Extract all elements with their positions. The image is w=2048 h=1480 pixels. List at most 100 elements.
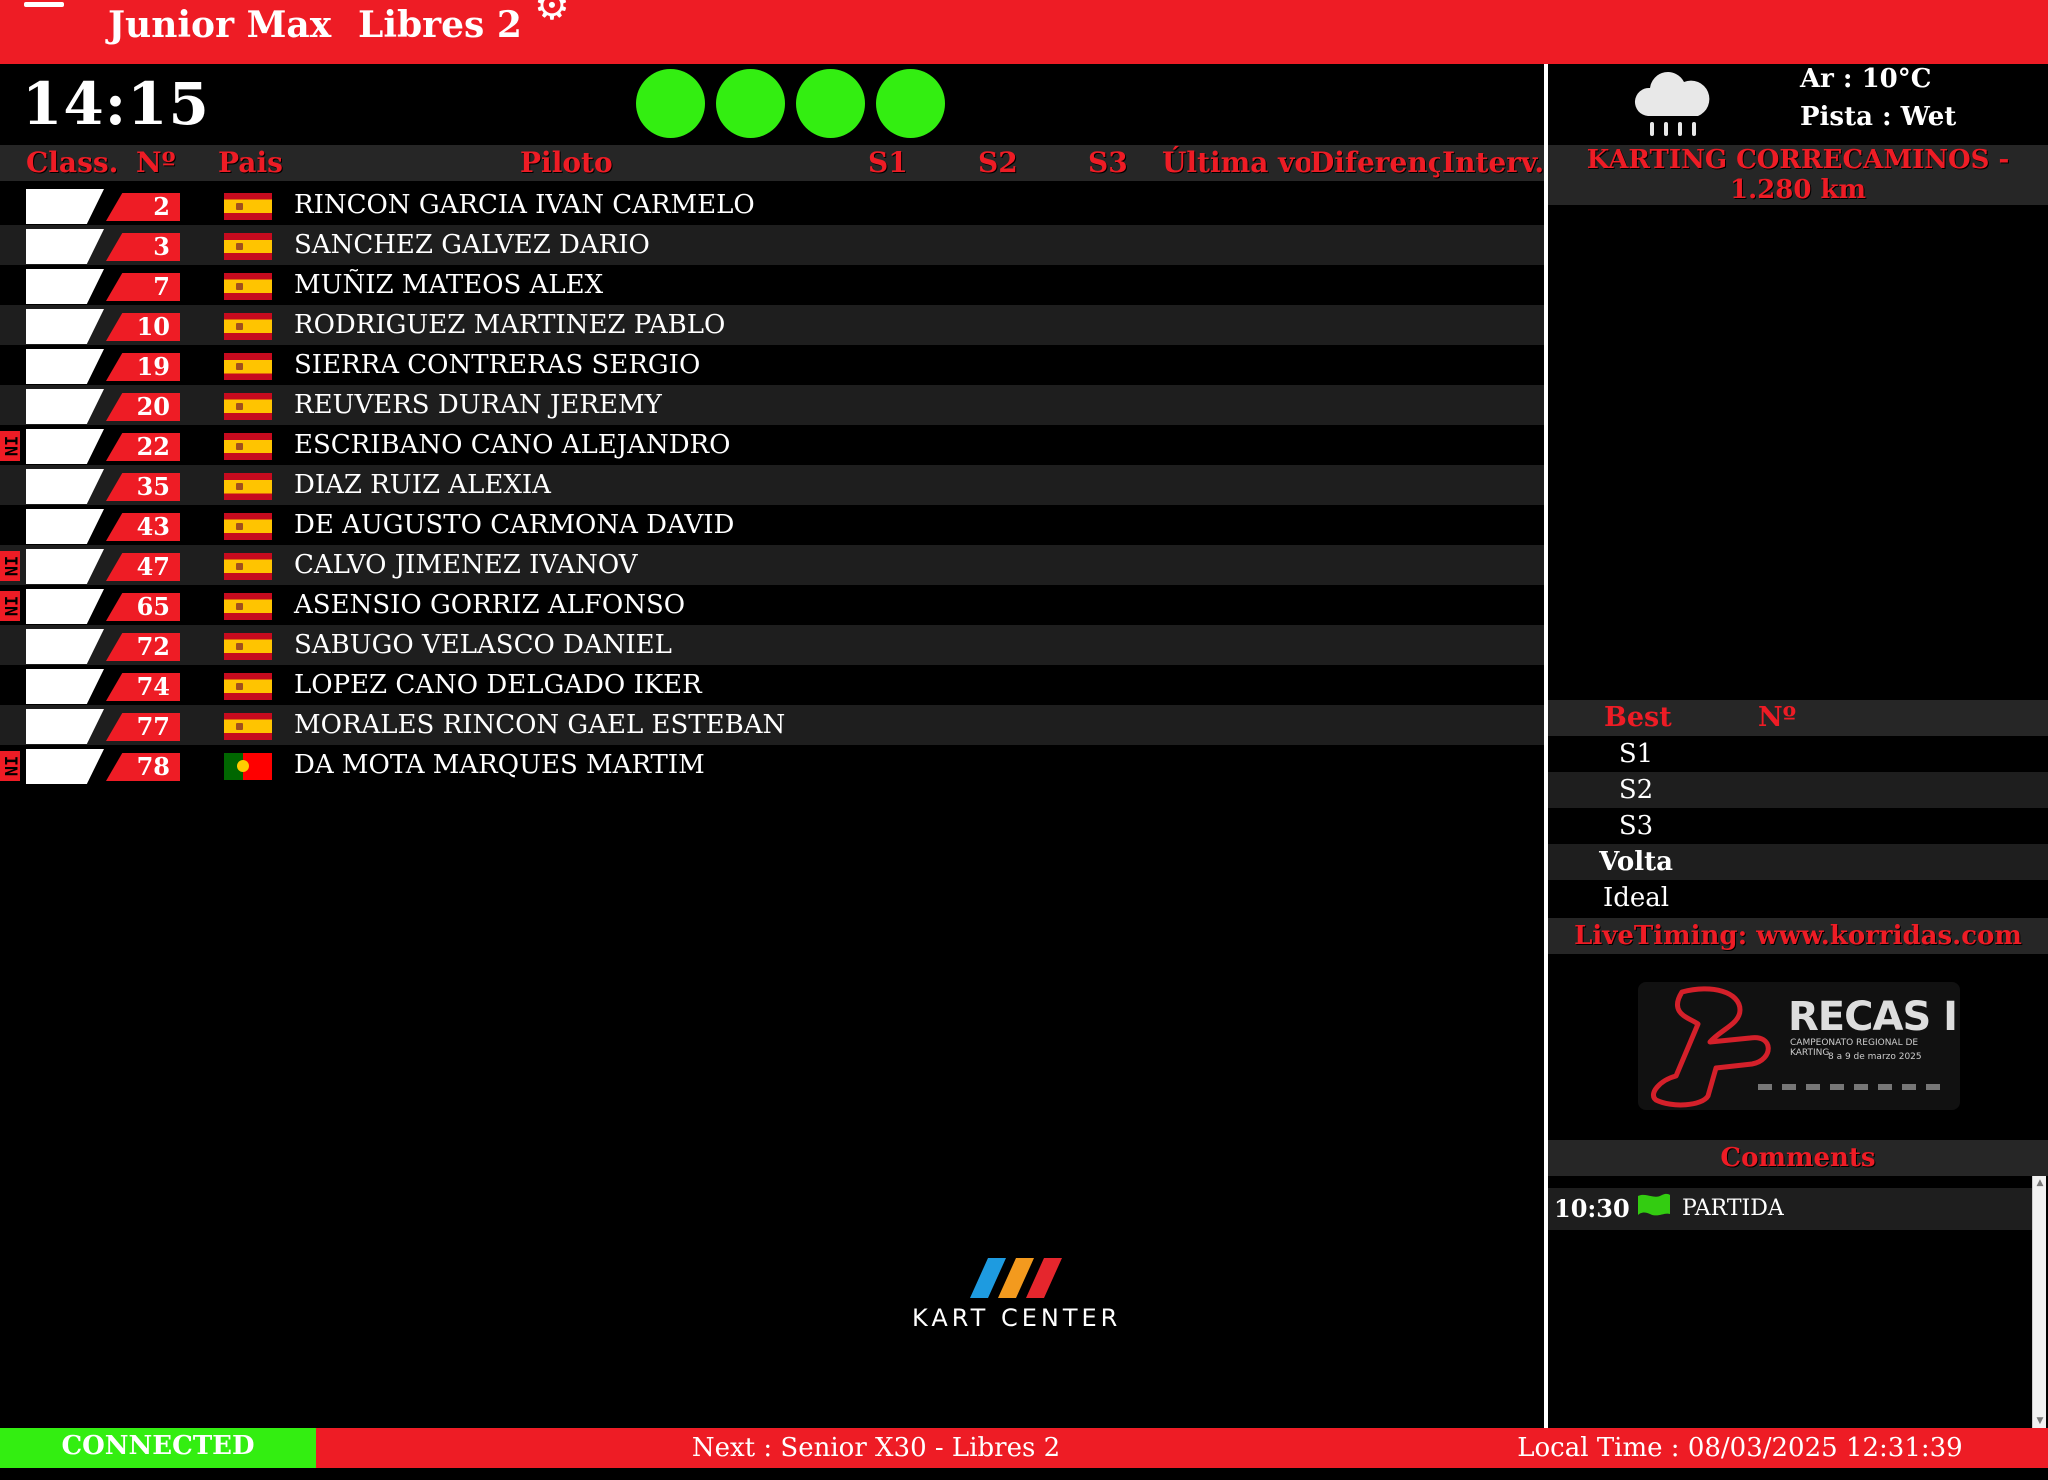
best-table-header: Best Nº [1548,700,2048,736]
position-cell [26,269,104,304]
connection-status-badge[interactable]: CONNECTED [0,1428,316,1468]
local-time: Local Time : 08/03/2025 12:31:39 [1517,1433,1963,1463]
driver-name: MUÑIZ MATEOS ALEX [294,270,604,300]
col-header-country[interactable]: Pais [218,145,283,181]
col-header-class[interactable]: Class. [26,145,118,181]
driver-name: ASENSIO GORRIZ ALFONSO [294,590,686,620]
table-row[interactable]: 19 SIERRA CONTRERAS SERGIO [0,345,1544,385]
table-row[interactable]: 35 DIAZ RUIZ ALEXIA [0,465,1544,505]
kart-number: 65 [106,593,180,621]
driver-name: SIERRA CONTRERAS SERGIO [294,350,701,380]
table-row[interactable]: IN 47 CALVO JIMENEZ IVANOV [0,545,1544,585]
kart-number: 20 [106,393,180,421]
portugal-flag-icon [224,753,272,780]
table-row[interactable]: IN 78 DA MOTA MARQUES MARTIM [0,745,1544,785]
table-row[interactable]: 2 RINCON GARCIA IVAN CARMELO [0,185,1544,225]
top-bar: Junior Max Libres 2 ⚙ [0,0,2048,64]
kart-number: 2 [106,193,180,221]
air-temperature: Ar : 10°C [1800,64,1932,94]
category-title: Junior Max [108,4,332,46]
spain-flag-icon [224,473,272,500]
livetiming-link[interactable]: LiveTiming: www.korridas.com [1548,918,2048,954]
banner-date: 8 a 9 de marzo 2025 [1828,1052,1922,1062]
position-cell [26,189,104,224]
driver-name: MORALES RINCON GAEL ESTEBAN [294,710,786,740]
col-header-driver[interactable]: Piloto [520,145,613,181]
comments-title: Comments [1548,1140,2048,1176]
table-row[interactable]: IN 65 ASENSIO GORRIZ ALFONSO [0,585,1544,625]
session-title: Libres 2 [358,4,522,46]
driver-name: DA MOTA MARQUES MARTIM [294,750,705,780]
table-row[interactable]: 74 LOPEZ CANO DELGADO IKER [0,665,1544,705]
position-cell [26,469,104,504]
comment-time: 10:30 [1554,1194,1630,1223]
kart-number: 35 [106,473,180,501]
position-cell [26,349,104,384]
best-row-s2: S2 [1548,772,2048,808]
kart-number: 22 [106,433,180,461]
spain-flag-icon [224,233,272,260]
in-pit-label: IN [0,755,20,777]
col-header-s1[interactable]: S1 [868,145,908,181]
spain-flag-icon [224,193,272,220]
col-header-number[interactable]: Nº [136,145,176,181]
table-row[interactable]: 72 SABUGO VELASCO DANIEL [0,625,1544,665]
table-row[interactable]: 43 DE AUGUSTO CARMONA DAVID [0,505,1544,545]
best-header-label: Best [1604,702,1672,733]
table-row[interactable]: 10 RODRIGUEZ MARTINEZ PABLO [0,305,1544,345]
rain-cloud-icon [1634,72,1710,136]
col-header-last-lap[interactable]: Última vol [1162,145,1310,181]
best-row-label: S3 [1618,811,1654,841]
kart-center-logo-text: KART CENTER [912,1304,1122,1332]
hamburger-menu-icon[interactable] [24,0,64,20]
spain-flag-icon [224,433,272,460]
in-pit-badge: IN [0,591,20,621]
spain-flag-icon [224,593,272,620]
col-header-interval[interactable]: Interv. [1442,145,1544,181]
driver-name: SANCHEZ GALVEZ DARIO [294,230,650,260]
results-table-header: Class. Nº Pais Piloto S1 S2 S3 Última vo… [0,145,1544,181]
spain-flag-icon [224,673,272,700]
event-banner: RECAS I CAMPEONATO REGIONAL DE KARTING 8… [1638,982,1960,1110]
session-clock: 14:15 [22,70,210,138]
table-row[interactable]: 7 MUÑIZ MATEOS ALEX [0,265,1544,305]
results-table-body: 2 RINCON GARCIA IVAN CARMELO 3 SANCHEZ GALV… [0,185,1544,785]
spain-flag-icon [224,553,272,580]
comment-text: PARTIDA [1682,1196,1784,1221]
col-header-s2[interactable]: S2 [978,145,1018,181]
start-light-2 [716,69,785,138]
table-row[interactable]: 77 MORALES RINCON GAEL ESTEBAN [0,705,1544,745]
in-pit-label: IN [0,435,20,457]
scroll-up-arrow-icon[interactable]: ▲ [2033,1176,2047,1190]
spain-flag-icon [224,633,272,660]
green-flag-icon [1638,1193,1670,1216]
best-row-label: S2 [1618,775,1654,805]
spain-flag-icon [224,313,272,340]
position-cell [26,429,104,464]
start-light-3 [796,69,865,138]
col-header-s3[interactable]: S3 [1088,145,1128,181]
spain-flag-icon [224,353,272,380]
gear-icon[interactable]: ⚙ [534,0,570,26]
scroll-down-arrow-icon[interactable]: ▼ [2033,1414,2047,1428]
kart-number: 47 [106,553,180,581]
driver-name: ESCRIBANO CANO ALEJANDRO [294,430,731,460]
table-row[interactable]: 20 REUVERS DURAN JEREMY [0,385,1544,425]
banner-title: RECAS I [1788,994,1958,1040]
comments-scrollbar[interactable]: ▲ ▼ [2032,1176,2046,1428]
position-cell [26,509,104,544]
spain-flag-icon [224,713,272,740]
track-condition: Pista : Wet [1800,102,1957,132]
best-row-lap: Volta [1548,844,2048,880]
driver-name: LOPEZ CANO DELGADO IKER [294,670,702,700]
start-light-4 [876,69,945,138]
in-pit-label: IN [0,595,20,617]
table-row[interactable]: 3 SANCHEZ GALVEZ DARIO [0,225,1544,265]
driver-name: DIAZ RUIZ ALEXIA [294,470,551,500]
table-row[interactable]: IN 22 ESCRIBANO CANO ALEJANDRO [0,425,1544,465]
kart-number: 19 [106,353,180,381]
kart-number: 78 [106,753,180,781]
kart-number: 7 [106,273,180,301]
col-header-diff[interactable]: Diferenç [1310,145,1440,181]
driver-name: DE AUGUSTO CARMONA DAVID [294,510,735,540]
